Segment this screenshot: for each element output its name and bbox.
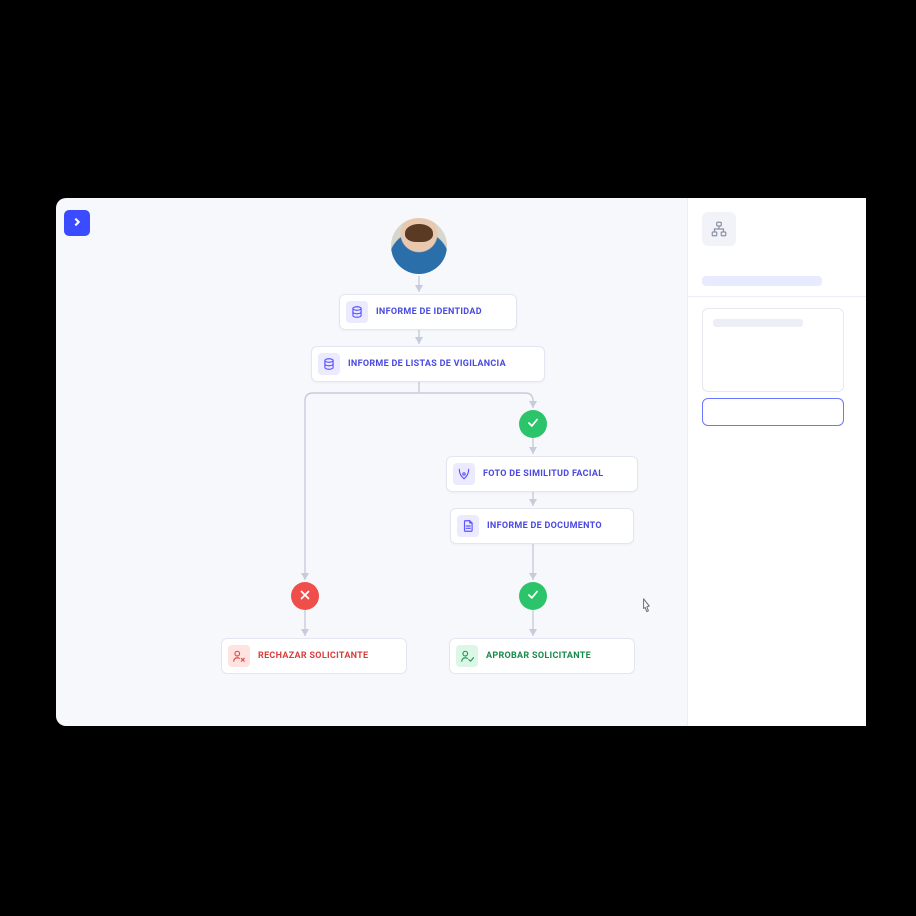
- node-label: INFORME DE IDENTIDAD: [376, 307, 482, 317]
- applicant-avatar: [391, 218, 447, 274]
- properties-sidebar: [687, 198, 866, 726]
- node-watchlist-report[interactable]: INFORME DE LISTAS DE VIGILANCIA: [311, 346, 545, 382]
- terminal-reject[interactable]: RECHAZAR SOLICITANTE: [221, 638, 407, 674]
- node-document-report[interactable]: INFORME DE DOCUMENTO: [450, 508, 634, 544]
- node-label: FOTO DE SIMILITUD FACIAL: [483, 469, 603, 479]
- check-icon: [526, 588, 540, 605]
- status-fail: [291, 582, 319, 610]
- app-window: INFORME DE IDENTIDAD INFORME DE LISTAS D…: [56, 198, 866, 726]
- skeleton-line: [702, 276, 822, 286]
- selected-input[interactable]: [702, 398, 844, 426]
- node-label: INFORME DE LISTAS DE VIGILANCIA: [348, 359, 506, 369]
- skeleton-line: [713, 319, 803, 327]
- facial-similarity-icon: [453, 463, 475, 485]
- status-pass: [519, 582, 547, 610]
- divider: [688, 296, 866, 297]
- cursor-pointer-icon: [638, 596, 654, 616]
- sitemap-icon[interactable]: [702, 212, 736, 246]
- status-pass: [519, 410, 547, 438]
- expand-sidebar-button[interactable]: [64, 210, 90, 236]
- identity-report-icon: [346, 301, 368, 323]
- chevron-right-icon: [72, 217, 82, 230]
- terminal-label: RECHAZAR SOLICITANTE: [258, 651, 368, 661]
- properties-panel: [702, 308, 844, 392]
- node-facial-similarity[interactable]: FOTO DE SIMILITUD FACIAL: [446, 456, 638, 492]
- watchlist-report-icon: [318, 353, 340, 375]
- check-icon: [526, 416, 540, 433]
- terminal-approve[interactable]: APROBAR SOLICITANTE: [449, 638, 635, 674]
- x-icon: [298, 588, 312, 605]
- node-label: INFORME DE DOCUMENTO: [487, 521, 602, 531]
- reject-user-icon: [228, 645, 250, 667]
- approve-user-icon: [456, 645, 478, 667]
- document-report-icon: [457, 515, 479, 537]
- node-identity-report[interactable]: INFORME DE IDENTIDAD: [339, 294, 517, 330]
- workflow-canvas[interactable]: INFORME DE IDENTIDAD INFORME DE LISTAS D…: [56, 198, 688, 726]
- terminal-label: APROBAR SOLICITANTE: [486, 651, 591, 661]
